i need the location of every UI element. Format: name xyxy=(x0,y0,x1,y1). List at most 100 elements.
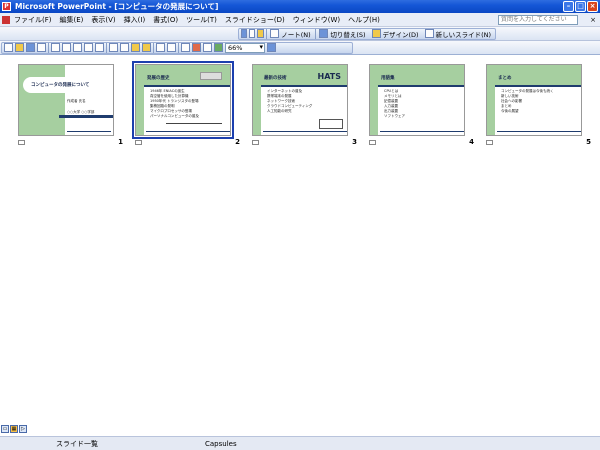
open-folder-icon[interactable] xyxy=(15,43,24,52)
rehearse-timings-icon[interactable] xyxy=(257,29,264,38)
normal-view-icon[interactable]: ▭ xyxy=(1,425,9,433)
window-title: Microsoft PowerPoint - [コンピュータの発展について] xyxy=(15,2,219,11)
research-icon[interactable] xyxy=(95,43,104,52)
undo-icon[interactable] xyxy=(156,43,165,52)
slide-image xyxy=(200,72,222,80)
transition-indicator-icon[interactable] xyxy=(486,140,493,145)
menu-file[interactable]: ファイル(F) xyxy=(10,15,56,25)
slide-item[interactable]: コンピュータの発展について 作成者 氏名 ○○大学 ○○学部 1 xyxy=(18,64,123,146)
slide-bullet: マイクロプロセッサの登場 xyxy=(150,109,192,113)
transition-icon xyxy=(319,29,329,38)
transition-indicator-icon[interactable] xyxy=(252,140,259,145)
menu-insert[interactable]: 挿入(I) xyxy=(120,15,150,25)
slide-show-icon[interactable] xyxy=(241,29,248,38)
save-icon[interactable] xyxy=(26,43,35,52)
help-search-input[interactable]: 質問を入力してください xyxy=(498,15,578,25)
slide-thumbnail[interactable]: 発展の歴史 1946年 ENIACの誕生 真空管を使用した計算機 1950年代 … xyxy=(132,61,234,139)
slide-bullet: 出力装置 xyxy=(384,109,398,113)
powerpoint-app-icon[interactable]: P xyxy=(2,2,11,11)
menu-format[interactable]: 書式(O) xyxy=(149,15,182,25)
status-design-name: Capsules xyxy=(205,439,237,448)
format-painter-icon[interactable] xyxy=(142,43,151,52)
minimize-button[interactable]: – xyxy=(563,1,574,12)
spelling-icon[interactable] xyxy=(84,43,93,52)
slide-bullet: CPUとは xyxy=(384,89,399,93)
new-slide-button-label: 新しいスライド(N) xyxy=(435,30,492,39)
print-icon[interactable] xyxy=(62,43,71,52)
menu-edit[interactable]: 編集(E) xyxy=(56,15,88,25)
slide-bullet: ネットワーク技術 xyxy=(267,99,295,103)
slide-bullet: 真空管を使用した計算機 xyxy=(150,94,189,98)
transition-indicator-icon[interactable] xyxy=(18,140,25,145)
slide-bullet: クラウドコンピューティング xyxy=(267,104,313,108)
view-buttons: ▭ ▦ ▷ xyxy=(0,425,27,435)
slide-thumbnail[interactable]: コンピュータの発展について 作成者 氏名 ○○大学 ○○学部 xyxy=(18,64,114,136)
new-document-icon[interactable] xyxy=(4,43,13,52)
slide-title: 発展の歴史 xyxy=(147,76,170,81)
slide-subtitle: 作成者 氏名 xyxy=(67,99,86,103)
title-bar: P Microsoft PowerPoint - [コンピュータの発展について]… xyxy=(0,0,600,13)
cut-icon[interactable] xyxy=(109,43,118,52)
slide-title: まとめ xyxy=(498,76,512,81)
slide-number: 1 xyxy=(118,138,123,146)
design-icon xyxy=(371,29,381,38)
grid-icon[interactable] xyxy=(203,43,212,52)
slide-thumbnail[interactable]: まとめ コンピュータの発展は今後も続く 新しい技術 社会への影響 まとめ 今後の… xyxy=(486,64,582,136)
document-close-icon[interactable]: × xyxy=(590,16,596,24)
transition-indicator-icon[interactable] xyxy=(135,140,142,145)
slide-bullet: 1950年代 トランジスタの登場 xyxy=(150,99,199,103)
status-view-name: スライド一覧 xyxy=(56,439,98,448)
chart-icon[interactable] xyxy=(181,43,190,52)
slide-bullet: 人工知能の研究 xyxy=(267,109,292,113)
help-icon[interactable] xyxy=(267,43,276,52)
menu-help[interactable]: ヘルプ(H) xyxy=(344,15,384,25)
slide-bullet: パーソナルコンピュータの普及 xyxy=(150,114,199,118)
slide-sorter-view-icon[interactable]: ▦ xyxy=(10,425,18,433)
slide-affiliation: ○○大学 ○○学部 xyxy=(67,110,95,114)
slide-number: 4 xyxy=(469,138,474,146)
slide-bullet: インターネットの普及 xyxy=(267,89,302,93)
slide-thumbnail[interactable]: 最新の技術 HATS インターネットの普及 携帯端末の発展 ネットワーク技術 ク… xyxy=(252,64,348,136)
menu-tools[interactable]: ツール(T) xyxy=(182,15,221,25)
notes-icon xyxy=(270,29,280,38)
notes-button[interactable]: ノート(N) xyxy=(268,29,312,39)
menu-bar: ファイル(F) 編集(E) 表示(V) 挿入(I) 書式(O) ツール(T) ス… xyxy=(0,13,600,27)
menu-window[interactable]: ウィンドウ(W) xyxy=(289,15,344,25)
slide-bullet: 今後の展望 xyxy=(501,109,519,113)
slide-item[interactable]: 最新の技術 HATS インターネットの普及 携帯端末の発展 ネットワーク技術 ク… xyxy=(252,64,357,146)
email-icon[interactable] xyxy=(51,43,60,52)
slide-item[interactable]: 用語集 CPUとは メモリとは 記憶装置 入力装置 出力装置 ソフトウェア 4 xyxy=(369,64,474,146)
menu-slideshow[interactable]: スライドショー(D) xyxy=(221,15,289,25)
slide-item[interactable]: 発展の歴史 1946年 ENIACの誕生 真空管を使用した計算機 1950年代 … xyxy=(132,61,240,146)
menu-view[interactable]: 表示(V) xyxy=(87,15,119,25)
slide-bullet: コンピュータの発展は今後も続く xyxy=(501,89,554,93)
table-icon[interactable] xyxy=(192,43,201,52)
transition-button[interactable]: 切り替え(S) xyxy=(317,29,367,39)
close-button[interactable]: × xyxy=(587,1,598,12)
copy-icon[interactable] xyxy=(120,43,129,52)
hide-slide-icon[interactable] xyxy=(249,29,256,38)
slide-number: 2 xyxy=(235,138,240,146)
new-slide-button[interactable]: 新しいスライド(N) xyxy=(423,29,493,39)
redo-icon[interactable] xyxy=(167,43,176,52)
transition-indicator-icon[interactable] xyxy=(369,140,376,145)
slide-bullet: 社会への影響 xyxy=(501,99,522,103)
maximize-button[interactable]: □ xyxy=(575,1,586,12)
permission-icon[interactable] xyxy=(37,43,46,52)
slide-table xyxy=(319,119,343,129)
slide-item[interactable]: まとめ コンピュータの発展は今後も続く 新しい技術 社会への影響 まとめ 今後の… xyxy=(486,64,591,146)
slide-title: 用語集 xyxy=(381,76,395,81)
zoom-select[interactable]: 66% xyxy=(225,42,265,53)
standard-toolbar: 66% xyxy=(1,41,353,54)
toolbar-sorter: ノート(N) 切り替え(S) デザイン(D) 新しいスライド(N) xyxy=(0,27,600,41)
design-button[interactable]: デザイン(D) xyxy=(370,29,421,39)
document-icon[interactable] xyxy=(2,15,10,24)
slide-thumbnail[interactable]: 用語集 CPUとは メモリとは 記憶装置 入力装置 出力装置 ソフトウェア xyxy=(369,64,465,136)
color-grayscale-icon[interactable] xyxy=(214,43,223,52)
slideshow-view-icon[interactable]: ▷ xyxy=(19,425,27,433)
slide-bullet: 記憶装置 xyxy=(384,99,398,103)
print-preview-icon[interactable] xyxy=(73,43,82,52)
slide-title: 最新の技術 xyxy=(264,76,287,81)
paste-icon[interactable] xyxy=(131,43,140,52)
slide-sorter-toolbar: ノート(N) 切り替え(S) デザイン(D) 新しいスライド(N) xyxy=(238,27,496,40)
